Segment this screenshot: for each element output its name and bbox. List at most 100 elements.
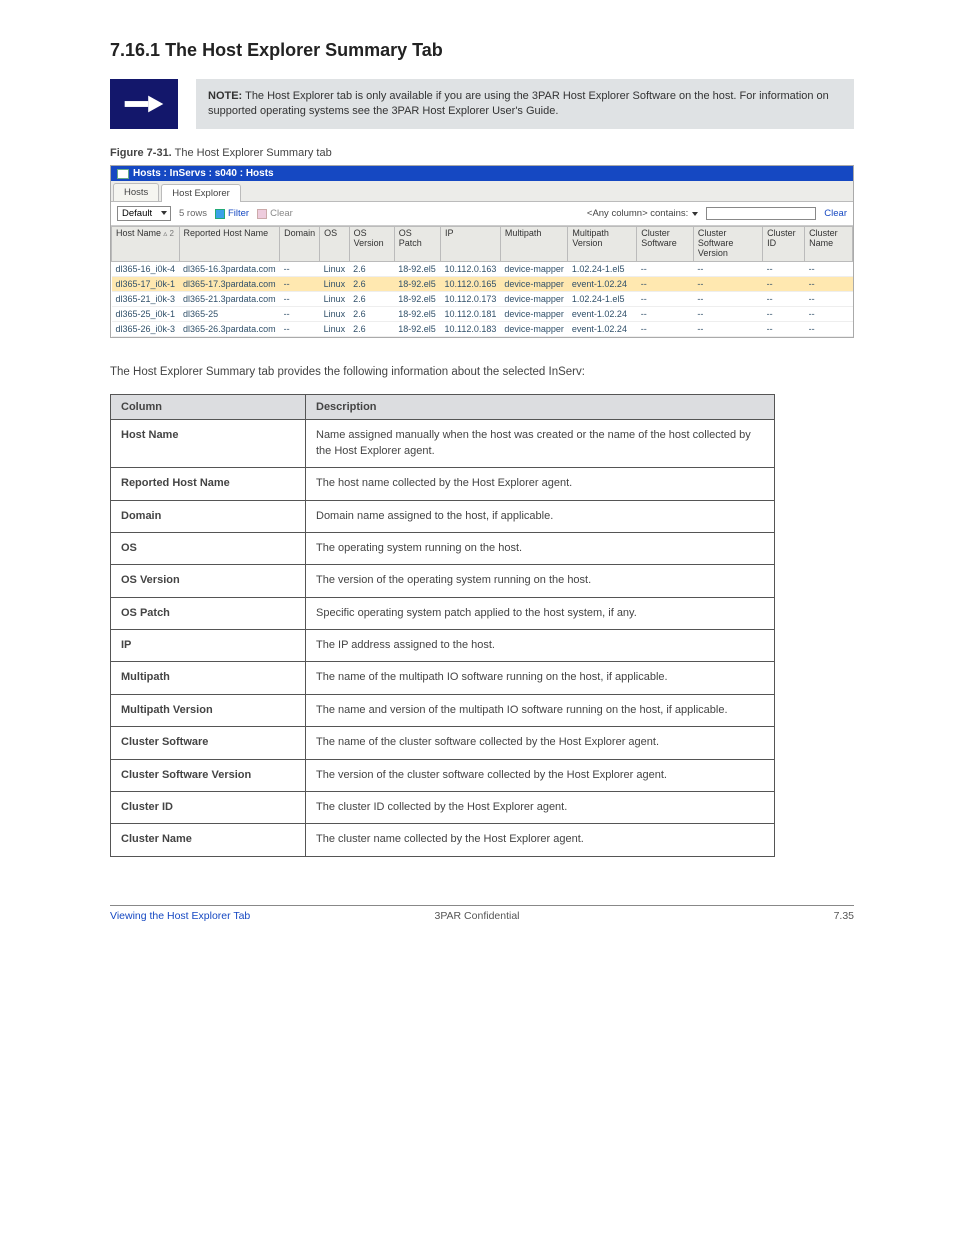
column-header[interactable]: Cluster Name [805, 227, 853, 262]
arrow-right-icon [110, 79, 178, 129]
table-row[interactable]: dl365-17_i0k-1dl365-17.3pardata.com--Lin… [112, 276, 853, 291]
cell: 1.02.24-1.el5 [568, 261, 637, 276]
summary-col-name: Multipath Version [111, 694, 306, 726]
summary-row: OSThe operating system running on the ho… [111, 532, 775, 564]
cell: -- [637, 321, 694, 336]
cell: dl365-21_i0k-3 [112, 291, 180, 306]
summary-row: OS PatchSpecific operating system patch … [111, 597, 775, 629]
cell: dl365-16_i0k-4 [112, 261, 180, 276]
clear-filter-button[interactable]: Clear [257, 208, 293, 219]
summary-row: Reported Host NameThe host name collecte… [111, 468, 775, 500]
cell: -- [280, 321, 320, 336]
cell: event-1.02.24 [568, 276, 637, 291]
cell: -- [805, 291, 853, 306]
summary-row: Cluster Software VersionThe version of t… [111, 759, 775, 791]
column-header[interactable]: Multipath [500, 227, 568, 262]
cell: dl365-25 [179, 306, 280, 321]
section-number: 7.16.1 [110, 40, 160, 60]
column-header[interactable]: OS Patch [394, 227, 440, 262]
note-callout: NOTE: The Host Explorer tab is only avai… [110, 79, 854, 129]
filter-button[interactable]: Filter [215, 208, 249, 219]
summary-row: Cluster NameThe cluster name collected b… [111, 824, 775, 856]
tab-host-explorer[interactable]: Host Explorer [161, 184, 241, 202]
filter-icon [215, 209, 225, 219]
cell: -- [693, 291, 762, 306]
cell: 18-92.el5 [394, 306, 440, 321]
screenshot-panel: Hosts : InServs : s040 : Hosts Hosts Hos… [110, 165, 854, 338]
search-input[interactable] [706, 207, 816, 220]
tab-hosts[interactable]: Hosts [113, 183, 159, 201]
cell: dl365-26_i0k-3 [112, 321, 180, 336]
cell: -- [693, 261, 762, 276]
cell: 18-92.el5 [394, 321, 440, 336]
table-row[interactable]: dl365-25_i0k-1dl365-25--Linux2.618-92.el… [112, 306, 853, 321]
search-clear-button[interactable]: Clear [824, 208, 847, 219]
summary-row: DomainDomain name assigned to the host, … [111, 500, 775, 532]
view-dropdown[interactable]: Default [117, 206, 171, 221]
toolbar: Default 5 rows Filter Clear <Any column>… [111, 202, 853, 226]
cell: device-mapper [500, 276, 568, 291]
sort-indicator-icon: ▵ 2 [161, 229, 174, 238]
table-row[interactable]: dl365-26_i0k-3dl365-26.3pardata.com--Lin… [112, 321, 853, 336]
cell: event-1.02.24 [568, 306, 637, 321]
cell: 2.6 [349, 261, 394, 276]
summary-col-desc: The host name collected by the Host Expl… [306, 468, 775, 500]
cell: 10.112.0.163 [440, 261, 500, 276]
cell: -- [763, 306, 805, 321]
cell: -- [805, 321, 853, 336]
cell: -- [763, 321, 805, 336]
cell: -- [693, 321, 762, 336]
tab-bar: Hosts Host Explorer [111, 181, 853, 202]
section-title: 7.16.1 The Host Explorer Summary Tab [110, 40, 854, 61]
cell: Linux [320, 261, 350, 276]
column-header[interactable]: Reported Host Name [179, 227, 280, 262]
table-row[interactable]: dl365-21_i0k-3dl365-21.3pardata.com--Lin… [112, 291, 853, 306]
summary-col-desc: The cluster ID collected by the Host Exp… [306, 792, 775, 824]
summary-col-desc: The name of the multipath IO software ru… [306, 662, 775, 694]
note-text: NOTE: The Host Explorer tab is only avai… [196, 79, 854, 129]
cell: event-1.02.24 [568, 321, 637, 336]
table-row[interactable]: dl365-16_i0k-4dl365-16.3pardata.com--Lin… [112, 261, 853, 276]
summary-col-desc: The operating system running on the host… [306, 532, 775, 564]
column-header[interactable]: OS [320, 227, 350, 262]
summary-col-desc: The cluster name collected by the Host E… [306, 824, 775, 856]
column-header[interactable]: Host Name ▵ 2 [112, 227, 180, 262]
cell: 10.112.0.181 [440, 306, 500, 321]
figure-text: The Host Explorer Summary tab [175, 147, 332, 159]
figure-label: Figure 7-31. [110, 147, 172, 159]
summary-col-desc: Name assigned manually when the host was… [306, 420, 775, 468]
cell: 18-92.el5 [394, 291, 440, 306]
column-header[interactable]: Domain [280, 227, 320, 262]
cell: dl365-21.3pardata.com [179, 291, 280, 306]
column-header[interactable]: Cluster Software [637, 227, 694, 262]
summary-col-name: Domain [111, 500, 306, 532]
cell: 2.6 [349, 276, 394, 291]
column-header[interactable]: Multipath Version [568, 227, 637, 262]
cell: -- [637, 276, 694, 291]
column-header[interactable]: Cluster Software Version [693, 227, 762, 262]
search-column-dropdown[interactable]: <Any column> contains: [583, 207, 698, 220]
cell: -- [280, 291, 320, 306]
cell: -- [280, 306, 320, 321]
section-heading: The Host Explorer Summary Tab [165, 40, 443, 60]
summary-col-desc: The name of the cluster software collect… [306, 727, 775, 759]
summary-col-name: Reported Host Name [111, 468, 306, 500]
cell: -- [763, 291, 805, 306]
column-header[interactable]: Cluster ID [763, 227, 805, 262]
summary-col-name: Cluster Software [111, 727, 306, 759]
window-title-bar: Hosts : InServs : s040 : Hosts [111, 166, 853, 181]
summary-col-name: Cluster ID [111, 792, 306, 824]
column-header[interactable]: OS Version [349, 227, 394, 262]
cell: dl365-17_i0k-1 [112, 276, 180, 291]
column-header[interactable]: IP [440, 227, 500, 262]
cell: 18-92.el5 [394, 276, 440, 291]
summary-col-desc: The name and version of the multipath IO… [306, 694, 775, 726]
cell: -- [805, 276, 853, 291]
cell: Linux [320, 276, 350, 291]
cell: 1.02.24-1.el5 [568, 291, 637, 306]
summary-row: OS VersionThe version of the operating s… [111, 565, 775, 597]
cell: 18-92.el5 [394, 261, 440, 276]
summary-col-desc: Specific operating system patch applied … [306, 597, 775, 629]
clear-label: Clear [270, 208, 293, 219]
footer-center: 3PAR Confidential [434, 910, 519, 922]
